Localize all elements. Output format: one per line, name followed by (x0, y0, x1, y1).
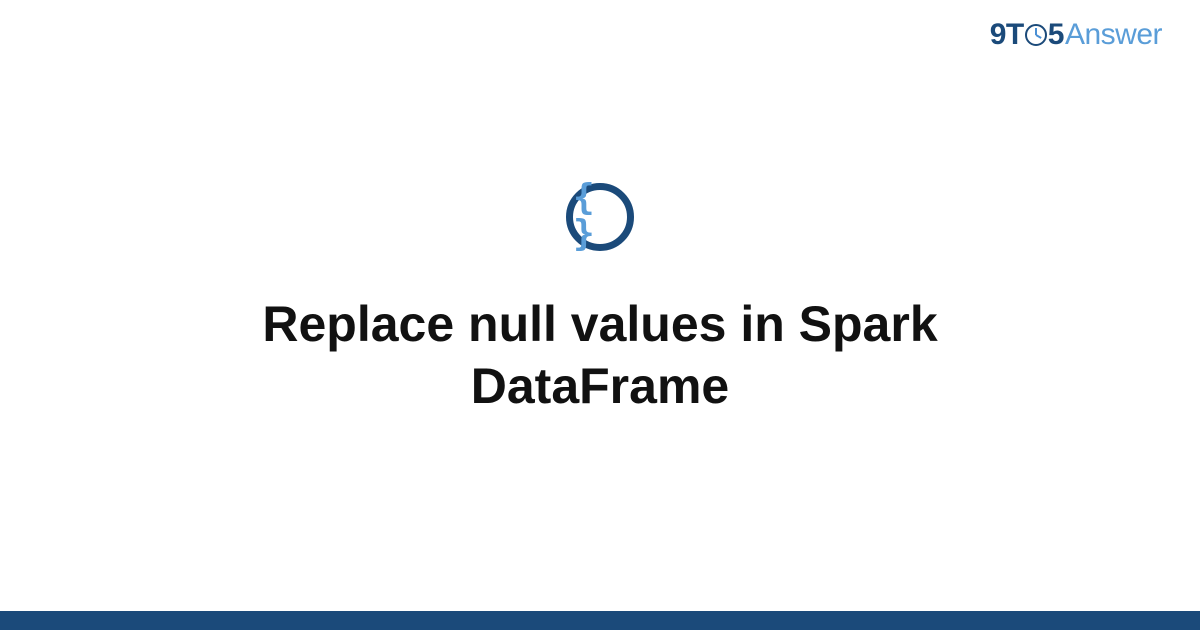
footer-accent-bar (0, 611, 1200, 630)
main-content: { } Replace null values in Spark DataFra… (0, 0, 1200, 630)
braces-glyph: { } (573, 180, 627, 252)
page-title: Replace null values in Spark DataFrame (150, 293, 1050, 418)
code-braces-icon: { } (566, 183, 634, 251)
